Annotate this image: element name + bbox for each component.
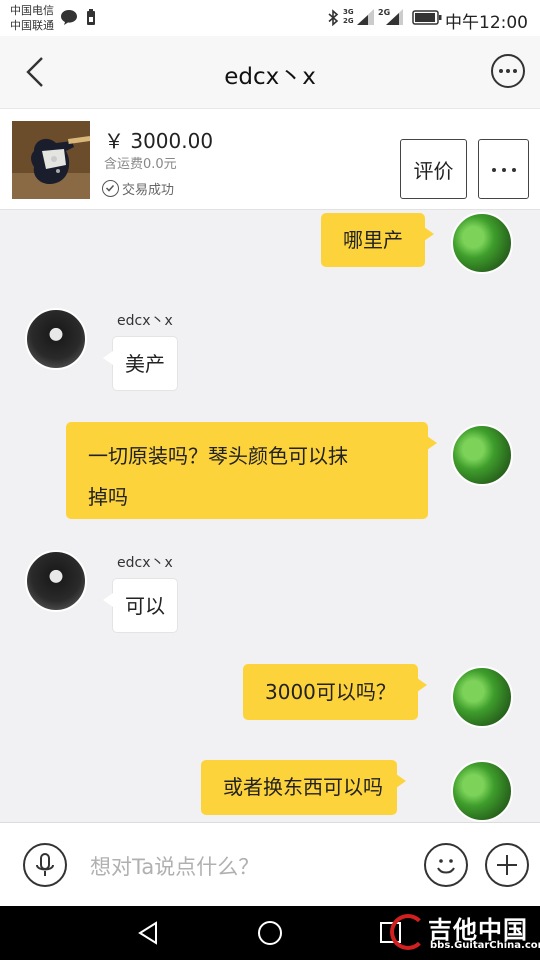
product-more-button[interactable] [478,139,529,199]
clock: 中午12:00 [445,13,528,33]
message-bubble-me[interactable]: 或者换东西可以吗 [201,760,406,815]
message-notification-icon [61,10,77,25]
seller-avatar[interactable] [25,550,87,612]
check-circle-icon [102,180,119,197]
guitarchina-logo-icon [390,914,426,950]
message-bubble-me[interactable]: 哪里产 [321,213,434,267]
watermark-url: bbs.GuitarChina.com [430,940,540,951]
my-avatar[interactable] [451,760,513,822]
product-price: ￥ 3000.00 [104,129,214,153]
battery-saver-icon [87,9,95,25]
system-nav-bar: 吉他中国 bbs.GuitarChina.com [0,906,540,960]
message-bubble-me[interactable]: 3000可以吗？ [243,664,427,720]
signal-strength-2-icon [386,9,403,25]
add-attachment-icon[interactable] [485,843,529,887]
carrier-1: 中国电信 [10,4,54,17]
watermark-logo: 吉他中国 bbs.GuitarChina.com [388,910,540,956]
product-card[interactable]: ￥ 3000.00 含运费0.0元 交易成功 评价 [0,108,540,210]
shipping-fee: 含运费0.0元 [104,157,177,172]
more-dots-icon[interactable] [491,54,525,88]
input-bar: 想对Ta说点什么？ [0,822,540,906]
chevron-left-icon[interactable] [22,56,52,88]
guitar-image [12,121,90,199]
emoji-icon[interactable] [424,843,468,887]
review-button[interactable]: 评价 [400,139,467,199]
message-list[interactable]: 哪里产 edcx丶x 美产 一切原装吗？琴头颜色可以抹 掉吗 edcx丶x 可以… [0,210,540,822]
battery-icon [412,10,442,25]
trade-status-label: 交易成功 [122,183,175,198]
page-title: edcx丶x [224,64,316,90]
seller-avatar[interactable] [25,308,87,370]
network-type-1: 3G 2G [343,8,354,25]
message-text-line-1: 一切原装吗？琴头颜色可以抹 [88,444,348,468]
my-avatar[interactable] [451,666,513,728]
sender-name: edcx丶x [117,313,173,329]
carrier-info: 中国电信 中国联通 [10,3,54,33]
bluetooth-icon [328,9,339,27]
my-avatar[interactable] [451,424,513,486]
product-thumbnail[interactable] [12,121,90,199]
sender-name: edcx丶x [117,555,173,571]
signal-strength-1-icon [357,9,374,25]
message-text-line-2: 掉吗 [88,485,128,509]
trade-status: 交易成功 [102,179,174,198]
status-bar: 中国电信 中国联通 3G 2G 2G 中午12:00 [0,0,540,36]
back-triangle-icon[interactable] [136,920,162,946]
home-circle-icon[interactable] [257,920,283,946]
carrier-2: 中国联通 [10,19,54,32]
message-bubble-seller[interactable]: 可以 [103,578,178,633]
message-input[interactable]: 想对Ta说点什么？ [90,851,259,881]
message-bubble-seller[interactable]: 美产 [103,336,178,391]
microphone-icon[interactable] [23,843,67,887]
message-bubble-me[interactable]: 一切原装吗？琴头颜色可以抹 掉吗 [66,422,437,519]
chat-header: edcx丶x [0,36,540,108]
my-avatar[interactable] [451,212,513,274]
